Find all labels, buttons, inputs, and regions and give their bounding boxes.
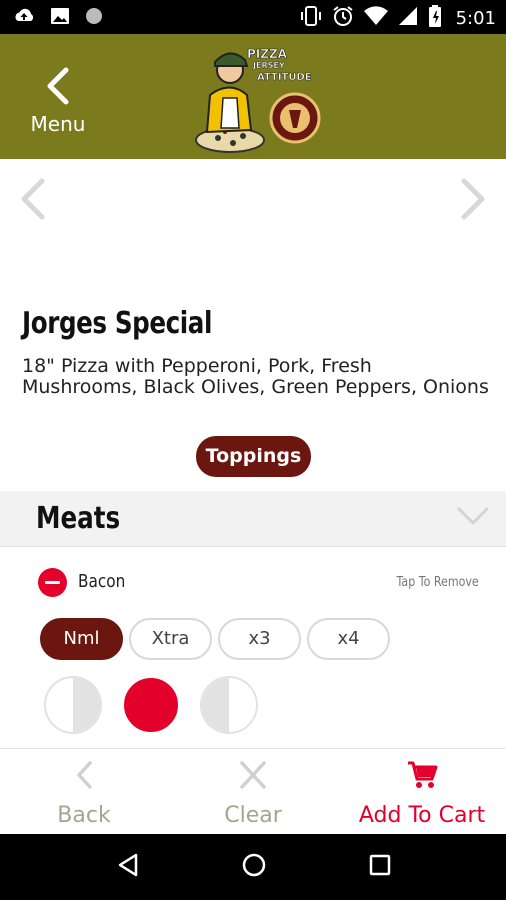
item-title: Jorges Special [22, 306, 213, 341]
clear-button[interactable]: Clear [169, 749, 337, 835]
section-header-meats[interactable]: Meats [0, 491, 506, 547]
coverage-selector [44, 676, 258, 734]
nav-home-icon[interactable] [241, 852, 267, 883]
add-to-cart-label: Add To Cart [358, 803, 486, 828]
svg-text:PIZZA: PIZZA [247, 47, 288, 61]
close-icon [169, 759, 337, 791]
battery-icon [428, 5, 442, 32]
alarm-icon [332, 5, 354, 32]
amount-option-x3[interactable]: x3 [218, 618, 301, 660]
svg-text:ATTITUDE: ATTITUDE [257, 72, 312, 83]
item-carousel [0, 159, 506, 299]
chevron-left-icon[interactable] [18, 177, 48, 226]
vibrate-icon [300, 5, 322, 32]
svg-text:JERSEY: JERSEY [252, 61, 285, 70]
cloud-upload-icon [12, 6, 36, 31]
amount-option-x4[interactable]: x4 [307, 618, 390, 660]
right-half-coverage-icon[interactable] [200, 676, 258, 734]
amount-selector: Nml Xtra x3 x4 [40, 618, 390, 660]
circle-icon [84, 6, 104, 31]
wifi-icon [363, 6, 388, 31]
clock-time: 5:01 [455, 8, 496, 29]
amount-option-extra[interactable]: Xtra [129, 618, 212, 660]
topping-name: Bacon [78, 571, 126, 592]
chevron-right-icon[interactable] [458, 177, 488, 226]
amount-option-normal[interactable]: Nml [40, 618, 123, 660]
back-label: Back [57, 803, 111, 828]
signal-icon [398, 6, 418, 31]
menu-back-label: Menu [30, 112, 86, 136]
chevron-down-icon[interactable] [456, 505, 490, 532]
remove-topping-button[interactable] [38, 568, 67, 597]
chevron-left-icon [0, 759, 168, 791]
image-icon [50, 6, 70, 31]
pizza-chef-logo: PIZZA JERSEY ATTITUDE [185, 40, 330, 155]
tap-to-remove-hint: Tap To Remove [396, 575, 479, 590]
chevron-left-icon [18, 66, 98, 106]
toppings-button[interactable]: Toppings [196, 436, 311, 477]
section-title: Meats [36, 501, 121, 536]
whole-coverage-icon[interactable] [122, 676, 180, 734]
menu-back-button[interactable]: Menu [18, 66, 98, 136]
topping-row: Bacon Tap To Remove [0, 558, 506, 608]
item-description: 18" Pizza with Pepperoni, Pork, Fresh Mu… [22, 355, 489, 398]
nav-back-icon[interactable] [116, 852, 140, 883]
back-button[interactable]: Back [0, 749, 168, 835]
bottom-action-bar: Back Clear Add To Cart [0, 748, 506, 834]
add-to-cart-button[interactable]: Add To Cart [338, 749, 506, 835]
status-bar: 5:01 [0, 0, 506, 34]
left-half-coverage-icon[interactable] [44, 676, 102, 734]
clear-label: Clear [224, 803, 282, 828]
shopping-cart-icon [338, 759, 506, 791]
android-nav-bar [0, 834, 506, 900]
app-header: Menu PIZZA JERSEY ATTITUDE [0, 34, 506, 159]
nav-recents-icon[interactable] [368, 852, 392, 883]
